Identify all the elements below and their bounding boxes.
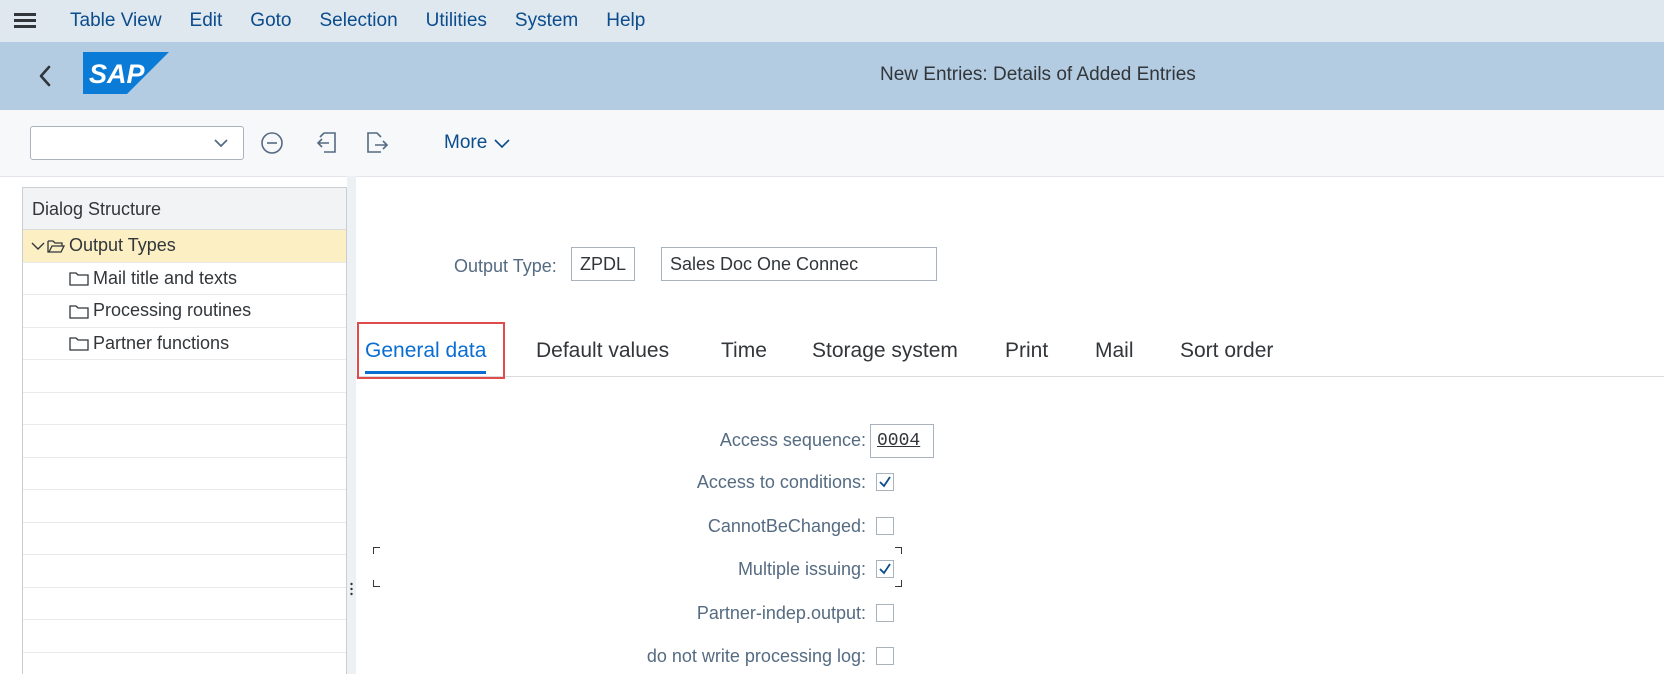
menu-table-view[interactable]: Table View [70,10,162,32]
access-sequence-label: Access sequence: [719,430,866,450]
command-field[interactable] [30,126,244,160]
access-to-conditions-label: Access to conditions: [696,472,866,492]
tree-empty-row [23,523,346,555]
multiple-issuing-label: Multiple issuing: [737,559,866,579]
title-bar: SAP New Entries: Details of Added Entrie… [0,42,1664,110]
tree-empty-row [23,588,346,620]
collapse-minus-icon[interactable] [259,130,285,156]
previous-entry-icon[interactable] [315,130,341,156]
chevron-down-icon [494,139,510,149]
tree-node-label: Output Types [69,235,176,256]
sap-logo-text: SAP [89,59,146,89]
panel-splitter[interactable] [347,176,356,674]
cannot-be-changed-label: CannotBeChanged: [707,516,866,536]
no-processing-log-checkbox[interactable] [876,647,894,665]
checkmark-icon [879,563,891,575]
tab-storage-system[interactable]: Storage system [812,330,958,372]
menu-help[interactable]: Help [606,10,645,32]
tab-time[interactable]: Time [721,330,767,372]
dialog-structure-panel: Dialog Structure Output Types Mail title… [22,187,347,674]
tree-empty-row [23,458,346,490]
tree-empty-row [23,653,346,674]
tree-node-processing-routines[interactable]: Processing routines [23,295,346,328]
tree-empty-row [23,393,346,425]
tree-empty-row [23,360,346,393]
dialog-structure-header: Dialog Structure [23,188,346,230]
chevron-down-icon[interactable] [213,136,229,150]
access-to-conditions-checkbox[interactable] [876,473,894,491]
tab-mail[interactable]: Mail [1095,330,1134,372]
focus-bracket [373,547,380,554]
folder-icon [69,305,89,319]
output-type-description-field[interactable]: Sales Doc One Connec [661,247,937,281]
expand-chevron-icon[interactable] [31,241,45,251]
tree-node-output-types[interactable]: Output Types [23,230,346,263]
folder-icon [69,337,89,351]
hamburger-menu-icon[interactable] [14,13,36,29]
tree-node-mail-title-and-texts[interactable]: Mail title and texts [23,263,346,295]
folder-icon [69,272,89,286]
tab-strip: General data Default values Time Storage… [356,330,1664,377]
focus-bracket [895,580,902,587]
tree-empty-row [23,490,346,523]
menu-edit[interactable]: Edit [190,10,223,32]
toolbar: More [0,110,1664,177]
tree-node-label: Mail title and texts [93,267,238,288]
tree-empty-row [23,555,346,588]
menu-utilities[interactable]: Utilities [426,10,487,32]
cannot-be-changed-checkbox[interactable] [876,517,894,535]
back-button[interactable] [30,60,60,92]
partner-indep-output-checkbox[interactable] [876,604,894,622]
access-sequence-field[interactable]: 0004 [870,424,934,458]
more-button[interactable]: More [444,132,511,154]
page-title: New Entries: Details of Added Entries [880,64,1196,85]
focus-bracket [895,547,902,554]
tab-sort-order[interactable]: Sort order [1180,330,1273,372]
menu-goto[interactable]: Goto [250,10,291,32]
focus-bracket [373,580,380,587]
tree-node-partner-functions[interactable]: Partner functions [23,328,346,360]
next-entry-icon[interactable] [364,130,390,156]
menu-system[interactable]: System [515,10,578,32]
chevron-left-icon [39,65,51,87]
multiple-issuing-checkbox[interactable] [876,560,894,578]
sap-logo: SAP [83,52,169,94]
tree-node-label: Processing routines [93,300,252,321]
output-type-code-field[interactable]: ZPDL [571,247,635,281]
tab-default-values[interactable]: Default values [536,330,669,372]
menu-bar: Table View Edit Goto Selection Utilities… [0,0,1664,42]
more-label: More [444,132,488,153]
splitter-grip-icon [350,582,353,596]
partner-indep-output-label: Partner-indep.output: [696,603,866,623]
output-type-label: Output Type: [454,256,557,276]
tree-empty-row [23,620,346,653]
checkmark-icon [879,476,891,488]
tree-node-label: Partner functions [93,332,230,353]
tab-general-data[interactable]: General data [365,330,487,374]
menu-selection[interactable]: Selection [320,10,398,32]
tree-empty-row [23,425,346,458]
tab-print[interactable]: Print [1005,330,1048,372]
open-folder-icon [47,240,65,253]
no-processing-log-label: do not write processing log: [646,646,866,666]
